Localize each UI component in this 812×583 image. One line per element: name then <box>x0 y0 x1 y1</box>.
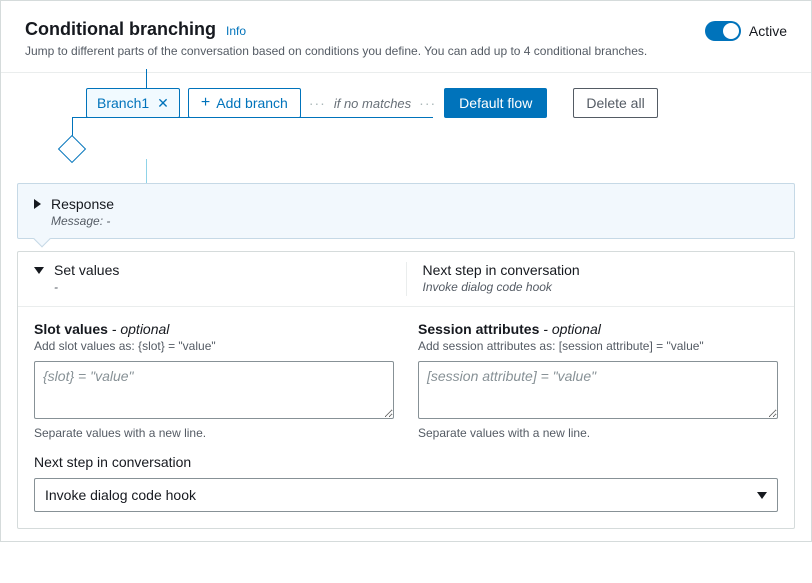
branch-chip[interactable]: Branch1 ✕ <box>86 88 180 118</box>
plus-icon: + <box>201 95 210 111</box>
set-values-sub: - <box>54 280 119 294</box>
conditional-branching-card: Conditional branching Info Jump to diffe… <box>0 0 812 542</box>
response-message-value: - <box>106 214 110 228</box>
set-values-panel: Set values - Next step in conversation I… <box>17 251 795 529</box>
response-title: Response <box>51 196 114 212</box>
optional-suffix: - optional <box>108 321 169 337</box>
branch-button-row: Branch1 ✕ + Add branch if no matches Def… <box>86 88 658 118</box>
delete-all-button[interactable]: Delete all <box>573 88 657 118</box>
card-header: Conditional branching Info Jump to diffe… <box>1 1 811 73</box>
slot-values-label: Slot values - optional <box>34 321 394 337</box>
active-toggle-group: Active <box>705 21 787 41</box>
set-values-header: Set values - Next step in conversation I… <box>18 252 794 307</box>
close-icon[interactable]: ✕ <box>157 95 169 112</box>
next-step-select-value: Invoke dialog code hook <box>45 487 196 503</box>
no-match-connector: if no matches <box>309 95 436 111</box>
active-toggle-label: Active <box>749 23 787 39</box>
next-step-label: Next step in conversation <box>34 454 778 470</box>
slot-values-sublabel: Add slot values as: {slot} = "value" <box>34 339 394 353</box>
card-title: Conditional branching <box>25 19 216 40</box>
card-subtitle: Jump to different parts of the conversat… <box>25 44 705 58</box>
branch-chip-label: Branch1 <box>97 95 149 111</box>
expand-caret-icon[interactable] <box>34 199 41 209</box>
set-values-title: Set values <box>54 262 119 278</box>
add-branch-label: Add branch <box>216 95 288 111</box>
slot-values-input[interactable] <box>34 361 394 419</box>
no-match-label: if no matches <box>334 96 411 111</box>
session-attributes-col: Session attributes - optional Add sessio… <box>418 311 778 440</box>
flow-line <box>146 159 147 183</box>
default-flow-button[interactable]: Default flow <box>444 88 547 118</box>
slot-values-helper: Separate values with a new line. <box>34 426 394 440</box>
next-step-summary-title: Next step in conversation <box>423 262 779 278</box>
delete-all-label: Delete all <box>586 95 644 111</box>
session-attributes-label: Session attributes - optional <box>418 321 778 337</box>
flow-diagram: Branch1 ✕ + Add branch if no matches Def… <box>1 73 811 183</box>
active-toggle[interactable] <box>705 21 741 41</box>
next-step-select[interactable]: Invoke dialog code hook <box>34 478 778 512</box>
next-step-block: Next step in conversation Invoke dialog … <box>18 440 794 528</box>
response-message: Message: - <box>51 214 114 228</box>
info-link[interactable]: Info <box>226 24 246 38</box>
response-panel: Response Message: - <box>17 183 795 239</box>
session-attributes-sublabel: Add session attributes as: [session attr… <box>418 339 778 353</box>
values-form: Slot values - optional Add slot values a… <box>18 307 794 440</box>
slot-values-label-text: Slot values <box>34 321 108 337</box>
slot-values-col: Slot values - optional Add slot values a… <box>34 311 394 440</box>
response-message-prefix: Message: <box>51 214 103 228</box>
default-flow-label: Default flow <box>459 95 532 111</box>
session-attributes-helper: Separate values with a new line. <box>418 426 778 440</box>
header-text: Conditional branching Info Jump to diffe… <box>25 19 705 58</box>
session-attributes-label-text: Session attributes <box>418 321 539 337</box>
next-step-summary-value: Invoke dialog code hook <box>423 280 779 294</box>
collapse-caret-icon[interactable] <box>34 267 44 274</box>
session-attributes-input[interactable] <box>418 361 778 419</box>
decision-diamond-icon <box>58 135 86 163</box>
optional-suffix: - optional <box>539 321 600 337</box>
add-branch-button[interactable]: + Add branch <box>188 88 301 118</box>
chevron-down-icon <box>757 492 767 499</box>
